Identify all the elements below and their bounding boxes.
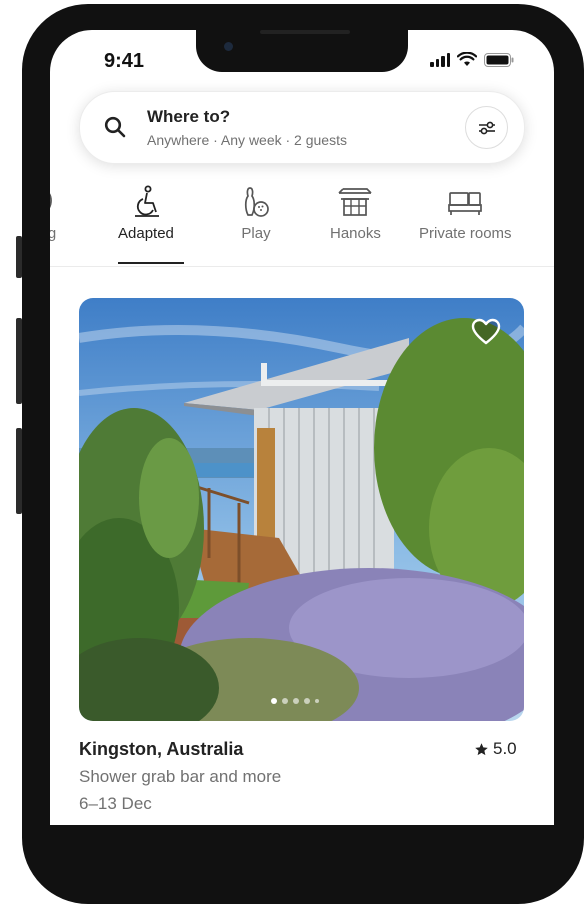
battery-icon: [484, 52, 514, 67]
notch: [196, 30, 408, 72]
listing-location[interactable]: Kingston, Australia: [79, 739, 243, 760]
active-category-indicator: [118, 262, 184, 264]
pagination-dot: [304, 698, 310, 704]
status-time: 9:41: [104, 50, 145, 72]
listing-description: Shower grab bar and more: [79, 767, 282, 786]
hanok-icon: [338, 188, 373, 216]
listing-photo[interactable]: [79, 298, 524, 721]
bed-icon: [448, 192, 483, 215]
pagination-dot: [315, 699, 319, 703]
speaker: [260, 30, 350, 34]
rating-value: 5.0: [493, 739, 517, 758]
category-label: ding: [50, 225, 57, 242]
app-screen: 9:41 Where to? Anywhere · Any week · 2 g…: [50, 30, 554, 825]
filters-icon: [478, 121, 495, 134]
category-surfing[interactable]: ding: [50, 185, 60, 242]
status-icons: [430, 52, 514, 67]
divider: [50, 266, 554, 267]
surfing-icon: [50, 193, 52, 209]
volume-up-button: [16, 318, 22, 404]
search-subtitle: Anywhere · Any week · 2 guests: [147, 132, 347, 148]
filters-button[interactable]: [465, 106, 508, 149]
photo-pagination: [271, 698, 319, 704]
star-icon: [475, 742, 488, 755]
listing-dates: 6–13 Dec: [79, 794, 152, 813]
mute-switch: [16, 236, 22, 278]
category-label: Play: [241, 225, 271, 242]
volume-down-button: [16, 428, 22, 514]
search-title: Where to?: [147, 107, 231, 126]
category-label: Private rooms: [419, 225, 512, 242]
wifi-icon: [457, 52, 477, 66]
category-label: Adapted: [118, 225, 174, 242]
search-bar[interactable]: Where to? Anywhere · Any week · 2 guests: [79, 91, 525, 164]
pagination-dot: [282, 698, 288, 704]
category-label: Hanoks: [330, 225, 381, 242]
category-bar: ding Adapted Play: [50, 185, 554, 267]
search-icon: [104, 116, 126, 138]
category-hanoks[interactable]: Hanoks: [330, 185, 381, 242]
front-camera: [224, 42, 233, 51]
category-private-rooms[interactable]: Private rooms: [419, 185, 512, 242]
listing-image: [79, 298, 524, 721]
signal-icon: [430, 52, 450, 67]
category-adapted[interactable]: Adapted: [118, 185, 174, 242]
wheelchair-icon: [134, 185, 159, 217]
pagination-dot: [271, 698, 277, 704]
favorite-heart-icon[interactable]: [471, 318, 501, 346]
bowling-icon: [244, 187, 269, 217]
category-play[interactable]: Play: [238, 185, 274, 242]
pagination-dot: [293, 698, 299, 704]
listing-rating: 5.0: [474, 739, 517, 759]
